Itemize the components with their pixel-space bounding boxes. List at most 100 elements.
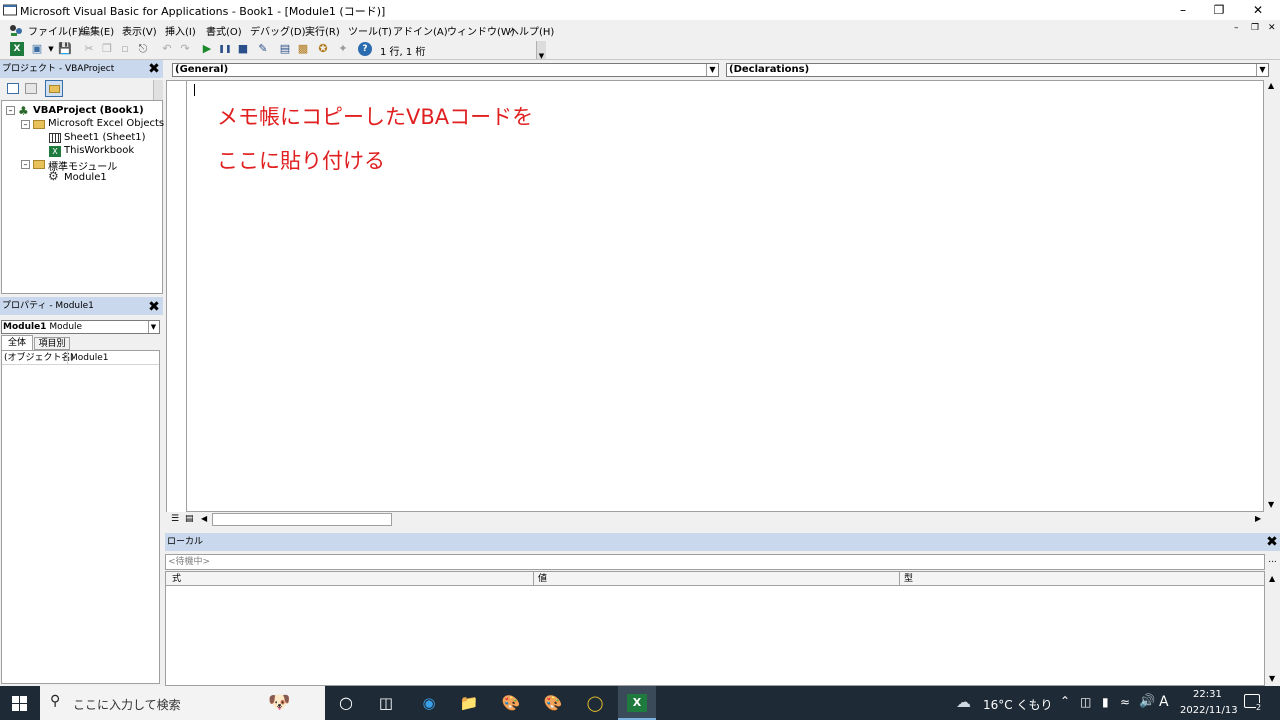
copy-icon[interactable]: ❐ (100, 42, 114, 56)
taskbar-search-box[interactable]: ⚲ ここに入力して検索 🐶 (40, 686, 325, 720)
help-icon[interactable]: ? (358, 42, 372, 56)
tab-all[interactable]: 全体 (1, 335, 33, 350)
weather-cloud-icon[interactable]: ☁ (956, 693, 971, 711)
scroll-right-icon[interactable]: ▶ (1255, 514, 1261, 523)
undo-icon[interactable]: ↶ (160, 42, 174, 56)
task-view-icon[interactable]: ◫ (375, 692, 397, 714)
mdi-close-icon[interactable]: ✕ (1268, 23, 1276, 33)
menu-tools[interactable]: ツール(T) (348, 23, 392, 38)
save-icon[interactable]: 💾 (58, 42, 72, 56)
scroll-down-icon[interactable]: ▼ (1268, 500, 1274, 509)
col-value[interactable]: 値 (538, 572, 547, 586)
design-mode-icon[interactable]: ✎ (256, 42, 270, 56)
cut-icon[interactable]: ✂ (82, 42, 96, 56)
menu-insert[interactable]: 挿入(I) (165, 23, 196, 38)
menu-help[interactable]: ヘルプ(H) (509, 23, 554, 38)
locals-close-icon[interactable]: ✖ (1265, 535, 1279, 549)
expand-toggle-icon[interactable]: – (21, 160, 30, 169)
run-icon[interactable]: ▶ (200, 42, 214, 56)
scroll-down-icon[interactable]: ▼ (1269, 674, 1275, 683)
call-stack-button[interactable]: ... (1265, 554, 1280, 570)
toolbar-options-icon[interactable]: ▼ (536, 41, 546, 60)
menu-file[interactable]: ファイル(F) (28, 23, 82, 38)
tree-item-excel-objects[interactable]: Microsoft Excel Objects (48, 118, 164, 129)
battery-icon[interactable]: ▮ (1102, 695, 1109, 709)
minimize-icon[interactable]: – (1165, 0, 1201, 20)
menu-debug[interactable]: デバッグ(D) (250, 23, 306, 38)
tree-item-thisworkbook[interactable]: ThisWorkbook (64, 145, 134, 156)
menu-edit[interactable]: 編集(E) (80, 23, 114, 38)
properties-window-icon[interactable]: ▩ (296, 42, 310, 56)
insert-dropdown-icon[interactable]: ▼ (44, 42, 58, 56)
file-explorer-icon[interactable]: 📁 (458, 692, 480, 714)
property-row[interactable]: (オブジェクト名) Module1 (2, 351, 159, 365)
object-selector[interactable]: Module1 Module ▼ (1, 320, 160, 334)
clock-date[interactable]: 2022/11/13 (1180, 705, 1238, 716)
menu-view[interactable]: 表示(V) (122, 23, 157, 38)
restore-icon[interactable]: ❐ (1201, 0, 1237, 20)
find-icon[interactable]: ⎋ (136, 42, 150, 56)
paste-icon[interactable]: ▫ (118, 42, 132, 56)
excel-taskbar-button[interactable]: X (618, 686, 656, 720)
menu-run[interactable]: 実行(R) (305, 23, 340, 38)
close-icon[interactable]: ✕ (1240, 0, 1276, 20)
windows-start-icon[interactable] (12, 696, 27, 711)
insert-module-icon[interactable]: ▣ (30, 42, 44, 56)
scroll-thumb[interactable] (212, 513, 392, 526)
object-combo[interactable]: (General) ▼ (172, 63, 719, 77)
project-explorer-close-icon[interactable]: ✖ (147, 62, 161, 76)
tree-item-sheet1[interactable]: Sheet1 (Sheet1) (64, 132, 146, 143)
scroll-up-icon[interactable]: ▲ (1268, 81, 1274, 90)
cortana-icon[interactable]: ○ (335, 692, 357, 714)
scroll-up-icon[interactable]: ▲ (1269, 574, 1275, 583)
code-vertical-scrollbar[interactable]: ▲ ▼ (1264, 80, 1280, 512)
menu-addins[interactable]: アドイン(A) (393, 23, 448, 38)
project-explorer-icon[interactable]: ▤ (278, 42, 292, 56)
locals-scrollbar[interactable]: ▲ ▼ (1265, 571, 1280, 686)
tree-item-vbaproject[interactable]: VBAProject (Book1) (33, 105, 144, 116)
mdi-restore-icon[interactable]: ❐ (1251, 23, 1259, 33)
code-horizontal-scrollbar[interactable]: ☰ ▤ ◀ ▶ (166, 512, 1280, 528)
full-module-view-icon[interactable]: ▤ (185, 514, 194, 524)
project-explorer-scrollbar[interactable] (153, 80, 163, 102)
dropdown-arrow-icon[interactable]: ▼ (706, 64, 718, 76)
object-browser-icon[interactable]: ✪ (316, 42, 330, 56)
volume-icon[interactable]: 🔊 (1139, 694, 1155, 709)
redo-icon[interactable]: ↷ (178, 42, 192, 56)
paint3d-app-icon[interactable]: 🎨 (542, 692, 564, 714)
tab-category[interactable]: 項目別 (34, 337, 70, 350)
procedure-combo[interactable]: (Declarations) ▼ (726, 63, 1269, 77)
show-hidden-icons-icon[interactable]: ⌃ (1060, 694, 1070, 708)
reset-icon[interactable]: ■ (236, 42, 250, 56)
toolbox-icon[interactable]: ✦ (336, 42, 350, 56)
edge-browser-icon[interactable]: ◉ (418, 692, 440, 714)
dropdown-arrow-icon[interactable]: ▼ (148, 321, 158, 333)
excel-view-icon[interactable]: X (10, 42, 24, 56)
tree-item-module1[interactable]: Module1 (64, 172, 107, 183)
vba-app-icon (3, 4, 17, 16)
weather-text[interactable]: 16°C くもり (983, 696, 1052, 713)
wifi-icon[interactable]: ≈ (1120, 695, 1130, 709)
clock-time[interactable]: 22:31 (1193, 689, 1222, 700)
break-icon[interactable]: ❚❚ (218, 42, 232, 56)
ime-indicator[interactable]: A (1159, 694, 1169, 710)
col-type[interactable]: 型 (904, 572, 913, 586)
meet-now-icon[interactable]: ◫ (1080, 695, 1091, 709)
view-code-icon[interactable] (7, 83, 19, 94)
chrome-browser-icon[interactable]: ◯ (584, 692, 606, 714)
properties-close-icon[interactable]: ✖ (147, 300, 161, 314)
mdi-minimize-icon[interactable]: – (1234, 23, 1239, 33)
menu-window[interactable]: ウィンドウ(W) (447, 23, 515, 38)
toggle-folders-icon[interactable] (45, 80, 63, 97)
procedure-view-icon[interactable]: ☰ (171, 514, 179, 524)
scroll-left-icon[interactable]: ◀ (201, 514, 207, 523)
notification-count: 2 (1256, 703, 1262, 712)
expand-toggle-icon[interactable]: – (21, 120, 30, 129)
paint-app-icon[interactable]: 🎨 (500, 692, 522, 714)
view-object-icon[interactable] (25, 83, 37, 94)
dropdown-arrow-icon[interactable]: ▼ (1256, 64, 1268, 76)
expand-toggle-icon[interactable]: – (6, 106, 15, 115)
menu-format[interactable]: 書式(O) (206, 23, 242, 38)
col-expression[interactable]: 式 (172, 572, 181, 586)
folder-icon (33, 160, 45, 169)
